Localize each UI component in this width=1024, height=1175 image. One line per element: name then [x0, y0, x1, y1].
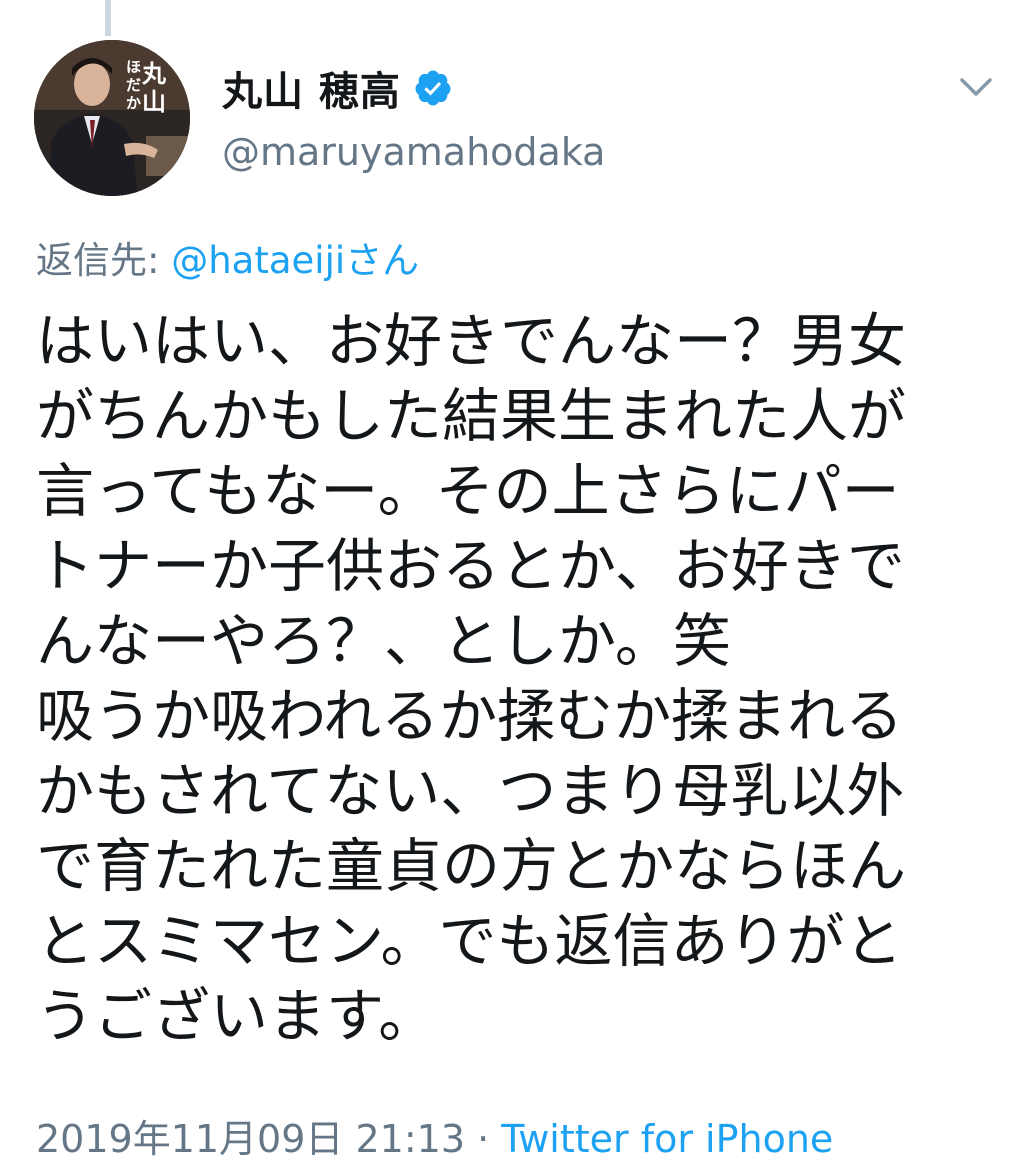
- meta-separator: ·: [465, 1117, 502, 1161]
- tweet-meta: 2019年11月09日 21:13 · Twitter for iPhone: [36, 1108, 833, 1163]
- author-handle[interactable]: @maruyamahodaka: [222, 130, 605, 174]
- tweet-text-line: トナーか子供おるとか、お好きで: [36, 532, 905, 600]
- reply-mention-handle[interactable]: @hataeiji: [171, 239, 345, 282]
- tweet-text-line: かもされてない、つまり母乳以外: [36, 757, 905, 825]
- reply-to-prefix: 返信先:: [36, 239, 172, 282]
- tweet-text: はいはい、お好きでんなー？男女 がちんかもした結果生まれた人が 言ってもなー。そ…: [36, 304, 996, 1054]
- tweet-text-line: うございます。: [36, 982, 437, 1050]
- chevron-down-icon[interactable]: [954, 64, 998, 108]
- avatar-logo-text: 丸 山 ほ だ か: [126, 58, 166, 116]
- tweet-text-line: はいはい、お好きでんなー？男女: [36, 307, 907, 375]
- tweet-text-line: 言ってもなー。その上さらにパー: [36, 457, 900, 525]
- tweet-text-line: とスミマセン。でも返信ありがと: [36, 907, 903, 975]
- reply-mention-link[interactable]: @hataeijiさん: [171, 239, 419, 282]
- author-name-row[interactable]: 丸山 穂高: [222, 60, 453, 116]
- tweet-text-line: で育たれた童貞の方とかならほん: [36, 832, 907, 900]
- avatar[interactable]: 丸 山 ほ だ か: [34, 40, 190, 196]
- reply-to-line: 返信先: @hataeijiさん: [36, 230, 419, 284]
- tweet-text-line: 吸うか吸われるか揉むか揉まれる: [36, 682, 904, 750]
- tweet-text-line: がちんかもした結果生まれた人が: [36, 382, 907, 450]
- thread-connector-line: [105, 0, 111, 36]
- tweet-text-line: んなーやろ？、としか。笑: [36, 607, 731, 675]
- verified-badge-icon: [413, 68, 453, 108]
- reply-mention-suffix[interactable]: さん: [345, 239, 419, 282]
- author-display-name[interactable]: 丸山 穂高: [222, 59, 401, 117]
- tweet-timestamp[interactable]: 2019年11月09日 21:13: [36, 1117, 465, 1161]
- tweet-source-link[interactable]: Twitter for iPhone: [501, 1117, 833, 1161]
